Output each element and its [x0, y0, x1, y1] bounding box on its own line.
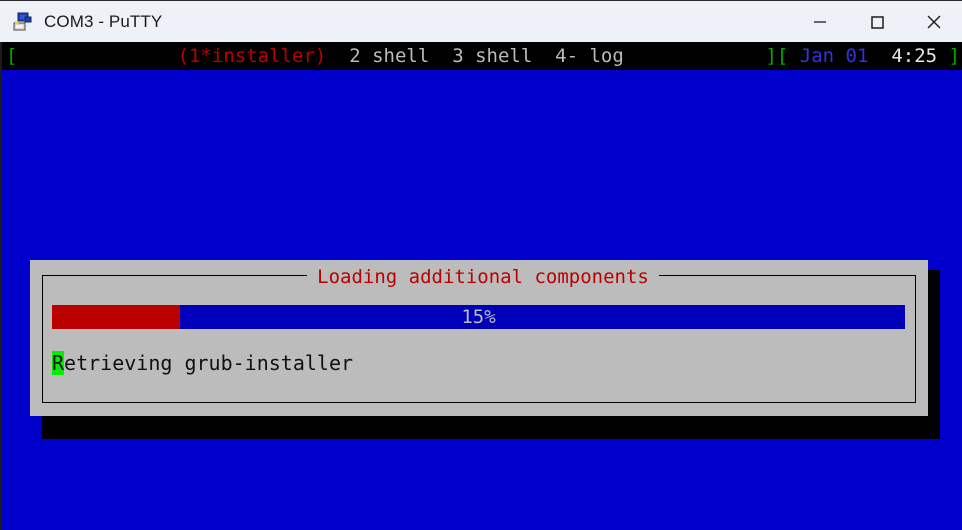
maximize-icon: [870, 15, 884, 29]
minimize-button[interactable]: [791, 1, 848, 42]
window-controls: [791, 1, 962, 42]
progress-bar-label: 15%: [461, 306, 496, 328]
window-title: COM3 - PuTTY: [44, 11, 163, 31]
status-date: Jan 01: [799, 45, 869, 67]
terminal-screen[interactable]: [ (1*installer) 2 shell 3 shell 4- log ]…: [0, 42, 962, 530]
status-bracket-mid: ][: [765, 45, 789, 67]
titlebar-left-group: COM3 - PuTTY: [0, 11, 791, 33]
status-bracket-open: [: [6, 45, 18, 67]
status-time: 4:25: [891, 45, 938, 67]
dialog-status-text: etrieving grub-installer: [64, 351, 354, 375]
tmux-status-line: [ (1*installer) 2 shell 3 shell 4- log ]…: [2, 42, 962, 70]
tmux-window-log-4[interactable]: 4- log: [555, 45, 624, 67]
dialog-status-message: Retrieving grub-installer: [52, 351, 353, 376]
status-bracket-close: ]: [948, 45, 960, 67]
tmux-status-left: [ (1*installer) 2 shell 3 shell 4- log: [6, 42, 624, 70]
maximize-button[interactable]: [848, 1, 905, 42]
close-button[interactable]: [905, 1, 962, 42]
progress-bar: 15%: [52, 305, 905, 329]
window-titlebar: COM3 - PuTTY: [0, 0, 962, 42]
close-icon: [927, 15, 940, 28]
dialog-inner-frame: [42, 275, 916, 403]
tmux-window-shell-2[interactable]: 2 shell: [349, 45, 429, 67]
putty-window: COM3 - PuTTY [(1*installer) 2 shell 3 s…: [0, 0, 962, 530]
minimize-icon: [813, 20, 826, 23]
terminal-cursor: R: [52, 351, 65, 375]
tmux-window-installer[interactable]: (1*installer): [178, 45, 327, 67]
dialog-title: Loading additional components: [307, 266, 659, 288]
dialog-title-row: Loading additional components: [2, 264, 962, 290]
tmux-window-list: (1*installer) 2 shell 3 shell 4- log: [17, 45, 624, 67]
putty-icon: [12, 11, 34, 33]
tmux-status-right: ][ Jan 01 4:25 ]: [765, 42, 960, 70]
tmux-window-shell-3[interactable]: 3 shell: [452, 45, 532, 67]
